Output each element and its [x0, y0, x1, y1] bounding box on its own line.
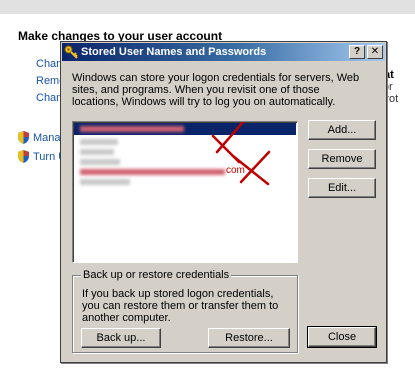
redacted-entry — [80, 139, 118, 145]
edit-button[interactable]: Edit... — [308, 178, 376, 198]
backup-button[interactable]: Back up... — [81, 328, 161, 348]
list-item[interactable] — [74, 176, 296, 188]
close-button[interactable]: Close — [307, 326, 377, 348]
remove-button[interactable]: Remove — [308, 149, 376, 169]
restore-button[interactable]: Restore... — [208, 328, 290, 348]
shield-icon — [18, 150, 29, 163]
manage-link[interactable]: Mana — [18, 131, 61, 144]
redacted-entry — [80, 179, 130, 185]
help-button[interactable]: ? — [349, 45, 365, 59]
list-item-selected[interactable] — [74, 123, 296, 135]
redacted-entry — [80, 169, 225, 175]
credentials-list[interactable]: com — [72, 121, 298, 263]
credential-tail-text: com — [226, 165, 245, 176]
manage-link-label: Mana — [33, 131, 61, 144]
backup-group-legend: Back up or restore credentials — [81, 269, 232, 281]
backup-group-text: If you back up stored logon credentials,… — [82, 288, 279, 324]
stored-credentials-dialog: Stored User Names and Passwords ? ✕ Wind… — [60, 41, 387, 363]
key-icon — [64, 45, 78, 59]
redacted-entry — [80, 159, 120, 165]
dialog-titlebar[interactable]: Stored User Names and Passwords ? ✕ — [62, 43, 385, 61]
intro-text: Windows can store your logon credentials… — [72, 72, 360, 108]
redacted-entry — [80, 149, 114, 155]
close-icon[interactable]: ✕ — [367, 45, 383, 59]
window-top-strip — [0, 0, 415, 14]
backup-group: Back up or restore credentials If you ba… — [72, 269, 298, 353]
turn-link[interactable]: Turn U — [18, 150, 66, 163]
add-button[interactable]: Add... — [308, 120, 376, 140]
shield-icon — [18, 131, 29, 144]
redacted-entry — [80, 126, 184, 132]
dialog-title: Stored User Names and Passwords — [81, 46, 267, 58]
